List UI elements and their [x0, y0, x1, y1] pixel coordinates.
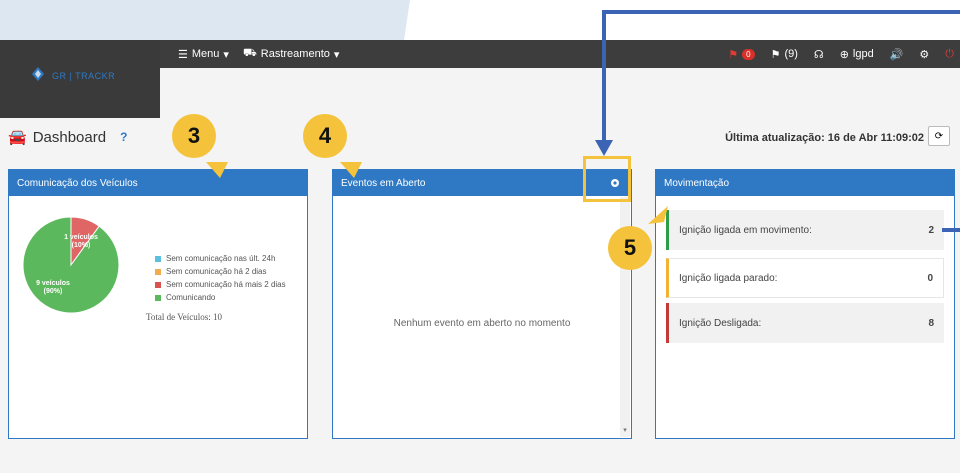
tracking-icon: ⛟ — [242, 47, 257, 59]
car-icon: 🚘 — [8, 129, 27, 146]
scroll-down-icon[interactable]: ▾ — [621, 427, 629, 435]
nav-left: ☰ Menu ▾ ⛟ Rastreamento ▾ — [178, 40, 339, 68]
menu-dropdown[interactable]: ☰ Menu ▾ — [178, 48, 229, 61]
menu-label: Menu — [191, 48, 220, 60]
alert-icon: ⚑ — [728, 48, 739, 61]
events-empty-message: Nenhum evento em aberto no momento — [393, 318, 571, 329]
communication-pie-chart: 1 veículos (10%) 9 veículos (90%) — [22, 216, 120, 314]
legend-label: Sem comunicação há 2 dias — [166, 267, 267, 276]
refresh-button[interactable]: ⟳ — [928, 126, 950, 146]
alerts-button[interactable]: ⚑ 0 — [728, 48, 755, 61]
legend-swatch — [155, 294, 161, 301]
speaker-icon: 🔊 — [889, 48, 904, 61]
arrow-line-right — [942, 228, 960, 232]
page-title: 🚘 Dashboard ? — [8, 128, 127, 147]
legend-label: Comunicando — [166, 293, 216, 302]
callout-pointer-4 — [340, 162, 362, 178]
communication-panel: Comunicação dos Veículos 1 veículos (10%… — [8, 169, 308, 439]
movement-row[interactable]: Ignição ligada parado: 0 — [666, 258, 944, 298]
movement-value: 0 — [927, 272, 933, 284]
communication-panel-title: Comunicação dos Veículos — [17, 177, 138, 189]
support-icon: ☊ — [813, 48, 824, 61]
power-button[interactable]: ⏻ — [945, 48, 954, 61]
alert-badge: 0 — [742, 48, 755, 60]
logo-area[interactable]: GR | TRACKR — [0, 40, 160, 118]
callout-3: 3 — [172, 114, 216, 158]
arrow-line-vertical — [602, 10, 606, 142]
flag-icon: ⚑ — [770, 48, 781, 61]
sound-button[interactable]: 🔊 — [890, 48, 904, 61]
legend-label: Sem comunicação há mais 2 dias — [166, 280, 286, 289]
power-icon: ⏻ — [945, 47, 954, 60]
events-panel: Eventos em Aberto Nenhum evento em abert… — [332, 169, 632, 439]
callout-5: 5 — [608, 226, 652, 270]
legend-item: Comunicando — [155, 291, 286, 304]
tracking-dropdown[interactable]: ⛟ Rastreamento ▾ — [243, 47, 339, 61]
highlight-box — [583, 156, 631, 202]
caret-down-icon: ▾ — [333, 48, 340, 61]
movement-panel: Movimentação Ignição ligada em movimento… — [655, 169, 955, 439]
flag-count: (9) — [784, 48, 798, 60]
slice-label-2: 9 veículos — [36, 280, 70, 287]
logo-icon — [32, 67, 44, 81]
support-button[interactable]: ☊ — [814, 48, 824, 61]
help-link[interactable]: ? — [120, 130, 127, 144]
slice-label-1: 1 veículos — [64, 234, 98, 241]
legend-swatch — [155, 281, 161, 288]
movement-label: Ignição Desligada: — [679, 317, 762, 329]
movement-value: 8 — [928, 317, 934, 329]
communication-panel-header: Comunicação dos Veículos — [9, 170, 307, 196]
callout-pointer-5 — [648, 206, 668, 224]
communication-legend: Sem comunicação nas últ. 24h Sem comunic… — [155, 252, 286, 304]
flags-button[interactable]: ⚑ (9) — [771, 48, 798, 61]
lgpd-label: lgpd — [852, 48, 874, 60]
movement-label: Ignição ligada parado: — [679, 272, 778, 284]
movement-label: Ignição ligada em movimento: — [679, 224, 812, 236]
callout-4: 4 — [303, 114, 347, 158]
movement-row[interactable]: Ignição Desligada: 8 — [666, 303, 944, 343]
legend-item: Sem comunicação há mais 2 dias — [155, 278, 286, 291]
slice-percent-1: (10%) — [72, 242, 91, 249]
movement-panel-title: Movimentação — [664, 177, 730, 189]
pie-slice-2[interactable] — [22, 216, 120, 314]
callout-pointer-3 — [206, 162, 228, 178]
hamburger-icon: ☰ — [178, 48, 188, 61]
page-title-text: Dashboard — [32, 128, 107, 146]
slice-percent-2: (90%) — [44, 288, 63, 295]
nav-right: ⚑ 0 ⚑ (9) ☊ ⊕ lgpd 🔊 ⚙ ⏻ — [728, 40, 954, 68]
movement-value: 2 — [928, 224, 934, 236]
caret-down-icon: ▾ — [223, 48, 229, 61]
refresh-icon: ⟳ — [934, 130, 944, 142]
arrow-head — [595, 140, 613, 156]
logo-text: GR | TRACKR — [52, 71, 116, 81]
legend-label: Sem comunicação nas últ. 24h — [166, 254, 276, 263]
legend-swatch — [155, 268, 161, 275]
lgpd-icon: ⊕ — [839, 48, 849, 61]
tracking-label: Rastreamento — [260, 48, 330, 60]
movement-row[interactable]: Ignição ligada em movimento: 2 — [666, 210, 944, 250]
movement-panel-header: Movimentação — [656, 170, 954, 196]
legend-item: Sem comunicação há 2 dias — [155, 265, 286, 278]
last-update: Última atualização: 16 de Abr 11:09:02 — [725, 132, 924, 144]
lgpd-button[interactable]: ⊕ lgpd — [840, 48, 874, 61]
legend-item: Sem comunicação nas últ. 24h — [155, 252, 286, 265]
gear-icon: ⚙ — [919, 48, 930, 61]
legend-swatch — [155, 255, 161, 262]
arrow-line-horizontal — [602, 10, 960, 14]
settings-button[interactable]: ⚙ — [919, 48, 929, 61]
total-vehicles: Total de Veículos: 10 — [146, 312, 222, 322]
